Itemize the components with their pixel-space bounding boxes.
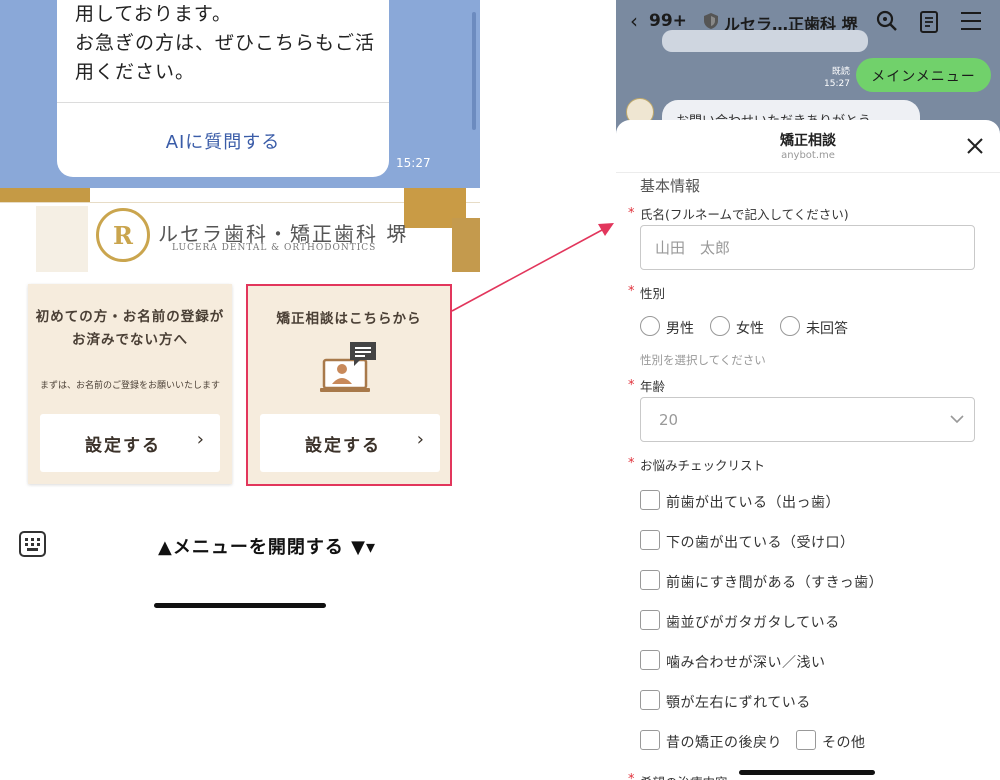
radio-circle[interactable]	[640, 316, 660, 336]
checkbox-label: 噛み合わせが深い／浅い	[666, 655, 826, 671]
notes-icon[interactable]	[919, 11, 939, 33]
consult-settings-button[interactable]: 設定する ›	[260, 414, 440, 472]
read-receipt: 既読 15:27	[824, 67, 850, 89]
card-note: まずは、お名前のご登録をお願いいたします	[39, 381, 220, 391]
chevron-right-icon: ›	[196, 429, 204, 450]
button-label: 設定する	[305, 436, 381, 456]
checkbox-label: 前歯が出ている（出っ歯）	[666, 495, 840, 511]
clinic-subtitle: LUCERA DENTAL & ORTHODONTICS	[172, 243, 377, 253]
right-phone-screen: ‹ 99+ ルセラ…正歯科 堺 既読 15:27 メインメニュー 矯正相談 an…	[616, 0, 1000, 780]
checkbox[interactable]	[640, 570, 660, 590]
required-mark: *	[628, 772, 635, 780]
checkbox[interactable]	[796, 730, 816, 750]
clinic-logo-glyph: R	[113, 221, 133, 250]
checkbox[interactable]	[640, 650, 660, 670]
name-label: 氏名(フルネームで記入してください)	[640, 207, 849, 222]
bubble-divider	[57, 102, 389, 103]
treatment-preference-label: 希望の治療内容	[640, 772, 728, 780]
gender-label: 性別	[640, 286, 666, 301]
required-mark: *	[628, 456, 635, 471]
form-sheet: 矯正相談 anybot.me 基本情報 * 氏名(フルネームで記入してください)…	[616, 120, 1000, 780]
radio-label: 女性	[736, 321, 764, 337]
orthodontic-consult-card[interactable]: 矯正相談はこちらから 設定する ›	[246, 284, 452, 486]
left-phone-screen: 用しております。 お急ぎの方は、ぜひこちらもご活 用ください。 AIに質問する …	[0, 0, 480, 780]
age-select-value: 20	[659, 411, 679, 429]
chevron-down-icon	[950, 415, 964, 424]
radio-label: 男性	[666, 321, 694, 337]
close-icon[interactable]	[965, 136, 985, 156]
card-title: 初めての方・お名前の登録が お済みでない方へ	[35, 309, 225, 348]
ask-ai-link[interactable]: AIに質問する	[57, 128, 389, 154]
banner-decoration	[36, 206, 88, 272]
banner-decoration	[452, 218, 480, 272]
card-title: 矯正相談はこちらから	[276, 311, 422, 327]
unread-count[interactable]: 99+	[649, 11, 687, 31]
consultation-laptop-icon	[320, 342, 376, 392]
banner-decoration	[0, 188, 90, 202]
radio-circle[interactable]	[710, 316, 730, 336]
sheet-divider	[616, 172, 1000, 173]
chat-scrollbar[interactable]	[472, 12, 476, 130]
radio-label: 未回答	[806, 321, 848, 337]
checkbox-label: 昔の矯正の後戻り	[666, 735, 782, 751]
back-chevron-icon[interactable]: ‹	[630, 9, 638, 33]
shield-icon	[704, 13, 718, 29]
button-label: 設定する	[85, 436, 161, 456]
required-mark: *	[628, 378, 635, 393]
checkbox[interactable]	[640, 530, 660, 550]
clinic-logo: R	[96, 208, 150, 262]
concerns-label: お悩みチェックリスト	[640, 458, 766, 473]
checkbox[interactable]	[640, 490, 660, 510]
checkbox-label: その他	[822, 735, 866, 751]
checkbox-label: 前歯にすき間がある（すきっ歯）	[666, 575, 884, 591]
user-message-text: メインメニュー	[871, 69, 976, 85]
chevron-right-icon: ›	[416, 429, 424, 450]
gender-hint: 性別を選択してください	[640, 353, 766, 367]
previous-message-bubble	[662, 30, 868, 52]
hamburger-menu-icon[interactable]	[961, 12, 981, 30]
register-name-card[interactable]: 初めての方・お名前の登録が お済みでない方へ まずは、お名前のご登録をお願いいた…	[28, 284, 232, 484]
required-mark: *	[628, 206, 635, 221]
checkbox-label: 下の歯が出ている（受け口）	[666, 535, 855, 551]
checkbox-label: 歯並びがガタガタしている	[666, 615, 840, 631]
message-timestamp: 15:27	[396, 156, 431, 170]
rich-menu-banner: R ルセラ歯科・矯正歯科 堺 LUCERA DENTAL & ORTHODONT…	[0, 188, 480, 272]
chat-area: 用しております。 お急ぎの方は、ぜひこちらもご活 用ください。 AIに質問する …	[0, 0, 480, 188]
required-mark: *	[628, 284, 635, 299]
checkbox[interactable]	[640, 690, 660, 710]
checkbox[interactable]	[640, 730, 660, 750]
sheet-title: 矯正相談	[780, 133, 836, 149]
age-select[interactable]: 20	[640, 397, 975, 442]
keyboard-icon[interactable]	[19, 531, 46, 557]
menu-toggle-button[interactable]: ▲メニューを開閉する ▼▾	[158, 533, 376, 559]
user-message-bubble[interactable]: メインメニュー	[856, 58, 991, 92]
checkbox-label: 顎が左右にずれている	[666, 695, 811, 711]
section-heading: 基本情報	[640, 177, 701, 195]
search-icon[interactable]	[876, 10, 898, 32]
bot-message-bubble: 用しております。 お急ぎの方は、ぜひこちらもご活 用ください。 AIに質問する	[57, 0, 389, 177]
sheet-domain: anybot.me	[781, 150, 835, 161]
checkbox[interactable]	[640, 610, 660, 630]
register-settings-button[interactable]: 設定する ›	[40, 414, 220, 472]
age-label: 年齢	[640, 379, 666, 394]
home-indicator[interactable]	[154, 603, 326, 608]
name-input[interactable]	[640, 225, 975, 270]
bot-message-text: 用しております。 お急ぎの方は、ぜひこちらもご活 用ください。	[75, 3, 376, 83]
radio-circle[interactable]	[780, 316, 800, 336]
screenshot-stage: 用しております。 お急ぎの方は、ぜひこちらもご活 用ください。 AIに質問する …	[0, 0, 1000, 780]
home-indicator[interactable]	[739, 770, 875, 775]
